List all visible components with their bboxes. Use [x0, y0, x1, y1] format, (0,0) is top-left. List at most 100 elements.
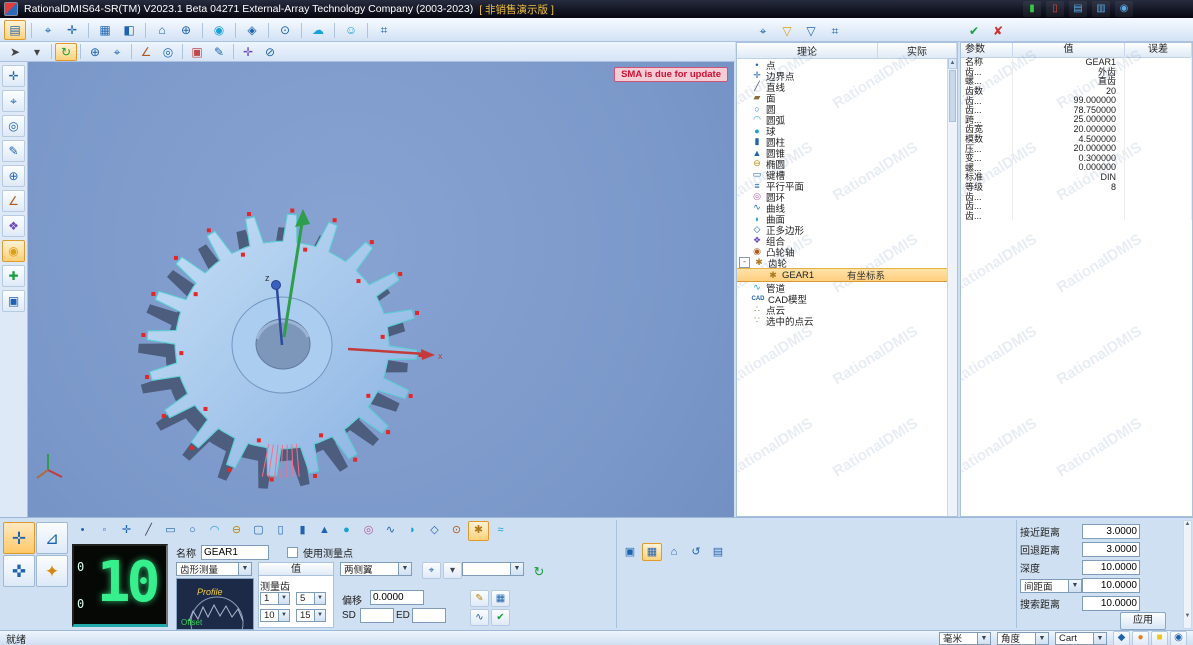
param-row[interactable]: 螺... 0.000000 — [961, 162, 1192, 173]
clip-tool-icon[interactable]: ⊘ — [259, 43, 281, 61]
approach-distance-input[interactable] — [1082, 524, 1140, 539]
coordinate-tool-icon[interactable]: ✛ — [2, 65, 25, 87]
name-input[interactable] — [201, 544, 269, 560]
paint-surface-icon[interactable]: ▣ — [186, 43, 208, 61]
param-row[interactable]: 齿... 78.750000 — [961, 104, 1192, 115]
feature-cylinder-icon[interactable]: ▮ — [292, 521, 313, 541]
file-tab-icon[interactable]: ▤ — [4, 20, 26, 40]
scroll-thumb[interactable] — [949, 70, 956, 122]
param-row[interactable]: 名称 GEAR1 — [961, 57, 1192, 67]
probe-config-dropdown-icon[interactable]: ▾ — [443, 562, 462, 579]
flank-side-select[interactable]: 两侧翼 ▼ — [340, 562, 412, 576]
calibration-tool-icon[interactable]: ✦ — [36, 555, 68, 587]
sd-input[interactable] — [360, 608, 394, 623]
screen-tab-icon[interactable]: ⌗ — [373, 20, 395, 40]
joystick-mode-icon[interactable]: ✜ — [3, 555, 35, 587]
refresh-probe-icon[interactable]: ↻ — [528, 561, 550, 581]
feature-rectangle-icon[interactable]: ▯ — [270, 521, 291, 541]
monitor-tab-icon[interactable]: ⌂ — [151, 20, 173, 40]
chevron-down-icon[interactable]: ▼ — [977, 632, 990, 644]
feature-camshaft-icon[interactable]: ⊙ — [446, 521, 467, 541]
feature-line-icon[interactable]: ╱ — [138, 521, 159, 541]
chevron-down-icon[interactable]: ▼ — [1035, 632, 1048, 644]
layout-view-icon[interactable]: ▤ — [708, 543, 728, 561]
annotate-icon[interactable]: ✎ — [2, 140, 25, 162]
param-row[interactable]: 等级 8 — [961, 181, 1192, 192]
status-probe-icon[interactable]: ◆ — [1113, 630, 1130, 645]
angle-select[interactable]: 角度 ▼ — [997, 631, 1049, 645]
report-tab-icon[interactable]: ☺ — [340, 20, 362, 40]
probe-tool-icon[interactable]: ✛ — [237, 43, 259, 61]
tooth-step-spinner[interactable]: 15 ▼ — [296, 609, 326, 622]
add-feature-icon[interactable]: ✚ — [2, 265, 25, 287]
offset-input[interactable] — [370, 590, 424, 605]
angle-tool-icon[interactable]: ∠ — [135, 43, 157, 61]
caliper-tool-icon[interactable]: ⊿ — [36, 522, 68, 554]
scroll-down-icon[interactable]: ▼ — [1184, 613, 1191, 619]
probe-display-icon[interactable]: ⌖ — [752, 21, 774, 41]
param-row[interactable]: 模数 4.500000 — [961, 133, 1192, 144]
spacing-input[interactable] — [1082, 578, 1140, 593]
zoom-icon[interactable]: ⊕ — [84, 43, 106, 61]
param-row[interactable]: 变... 0.300000 — [961, 152, 1192, 163]
angle-measure-icon[interactable]: ∠ — [2, 190, 25, 212]
apply-button[interactable]: 应用 — [1120, 612, 1166, 630]
feature-auto-point-icon[interactable]: ◦ — [94, 521, 115, 541]
param-row[interactable]: 齿... — [961, 210, 1192, 221]
tree-item[interactable]: ∵ 选中的点云 — [737, 315, 957, 328]
grid-view-icon[interactable]: ▦ — [642, 543, 662, 561]
probe-select[interactable]: ▼ — [462, 562, 524, 576]
feature-sphere-icon[interactable]: ● — [336, 521, 357, 541]
refresh-view-icon[interactable]: ↻ — [55, 42, 77, 61]
measure-tab-icon[interactable]: ⊕ — [175, 20, 197, 40]
chevron-down-icon[interactable]: ▼ — [1068, 579, 1081, 592]
feature-circle-icon[interactable]: ○ — [182, 521, 203, 541]
use-measured-points-checkbox[interactable] — [287, 546, 298, 558]
feature-point-icon[interactable]: • — [72, 521, 93, 541]
tooth-count-spinner[interactable]: 10 ▼ — [260, 609, 290, 622]
viewport-3d[interactable]: zx SMA is due for update — [28, 62, 734, 517]
filter-coordinate-icon[interactable]: ▽ — [776, 21, 798, 41]
confirm-teeth-icon[interactable]: ✔ — [491, 609, 510, 626]
scroll-up-icon[interactable]: ▲ — [1184, 521, 1191, 527]
feature-curve-icon[interactable]: ∿ — [380, 521, 401, 541]
home-view-icon[interactable]: ⌂ — [664, 543, 684, 561]
chevron-down-icon[interactable]: ▼ — [1093, 632, 1106, 644]
feature-gear-icon[interactable]: ✱ — [468, 520, 489, 541]
select-dropdown-icon[interactable]: ▾ — [26, 43, 48, 61]
feature-pipe-icon[interactable]: ≈ — [490, 521, 511, 541]
scene-settings-icon[interactable]: ▣ — [2, 290, 25, 312]
param-row[interactable]: 压... 20.000000 — [961, 143, 1192, 153]
cancel-icon[interactable]: ✘ — [987, 21, 1009, 41]
tree-scrollbar[interactable]: ▲ — [947, 58, 957, 516]
feature-edge-point-icon[interactable]: ✛ — [116, 521, 137, 541]
display-1-icon[interactable]: ▤ — [1069, 1, 1087, 17]
measure-type-select[interactable]: 齿形测量 ▼ — [176, 562, 252, 576]
probe-point-icon[interactable]: ⌖ — [2, 90, 25, 112]
param-row[interactable]: 齿宽 20.000000 — [961, 124, 1192, 134]
tooth-end-spinner[interactable]: 5 ▼ — [296, 592, 326, 605]
feature-arc-icon[interactable]: ◠ — [204, 521, 225, 541]
gear-3d-model[interactable]: zx — [28, 62, 734, 517]
param-row[interactable]: 齿... 99.000000 — [961, 95, 1192, 105]
capture-media-icon[interactable]: ▣ — [620, 543, 640, 561]
report-display-icon[interactable]: ⌗ — [824, 21, 846, 41]
online-status-icon[interactable]: ▮ — [1023, 1, 1041, 17]
combine-feature-icon[interactable]: ❖ — [2, 215, 25, 237]
param-row[interactable]: 跨... 25.000000 — [961, 114, 1192, 125]
display-2-icon[interactable]: ▥ — [1092, 1, 1110, 17]
retract-distance-input[interactable] — [1082, 542, 1140, 557]
feature-plane-icon[interactable]: ▭ — [160, 521, 181, 541]
locate-icon[interactable]: ⌖ — [106, 43, 128, 61]
view-rotate-icon[interactable]: ◎ — [2, 115, 25, 137]
tree-item[interactable]: - ✱ 齿轮 — [737, 257, 957, 270]
collapse-icon[interactable]: - — [739, 257, 750, 268]
select-arrow-icon[interactable]: ➤ — [4, 43, 26, 61]
view-tab-icon[interactable]: ◧ — [118, 20, 140, 40]
param-row[interactable]: 齿... 外齿 — [961, 66, 1192, 77]
coordinate-select[interactable]: Cart ▼ — [1055, 631, 1107, 645]
path-preview-icon[interactable]: ∿ — [470, 609, 489, 626]
coordinate-tab-icon[interactable]: ✛ — [61, 20, 83, 40]
feature-slot-icon[interactable]: ▢ — [248, 521, 269, 541]
gauge-tab-icon[interactable]: ⊙ — [274, 20, 296, 40]
